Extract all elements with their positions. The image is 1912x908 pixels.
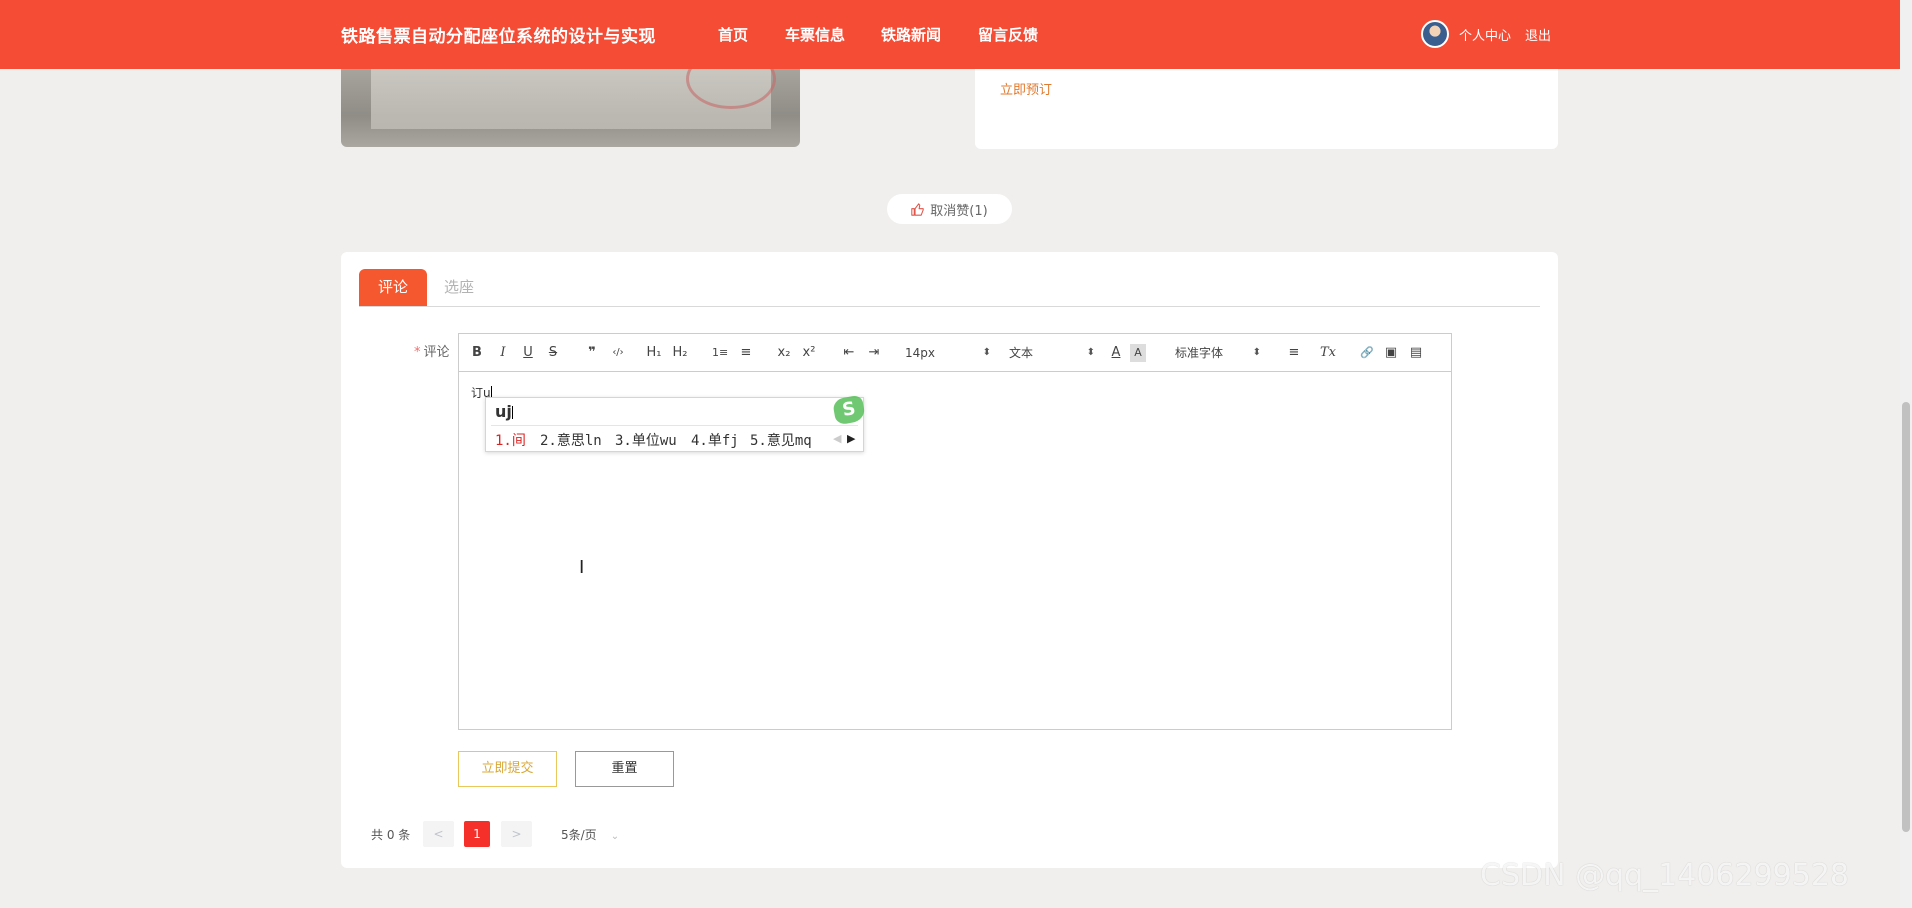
required-mark: * [414,345,421,360]
page-size-select[interactable]: 5条/页 ⌄ [561,826,619,843]
image-button[interactable]: ▣ [1383,344,1399,362]
ordered-list-button[interactable]: 1≡ [712,344,728,362]
scrollbar-thumb[interactable] [1902,402,1910,832]
page-size-value: 5条/页 [561,828,597,842]
underline-button[interactable]: U [520,344,536,362]
ime-composition: uj [495,402,513,421]
unlike-label: 取消赞(1) [930,203,988,219]
header-1-button[interactable]: H₁ [646,344,662,362]
italic-button[interactable]: I [495,344,511,362]
ime-prev-page-icon[interactable]: ◀ [833,432,841,445]
ime-next-page-icon[interactable]: ▶ [847,432,855,445]
align-button[interactable]: ≡ [1286,344,1302,362]
i-beam-cursor-icon: I [579,557,585,578]
ime-candidate-5[interactable]: 5.意见mq [750,430,812,450]
panel-tabs: 评论 选座 [359,269,1540,307]
pagination-total: 共 0 条 [371,828,411,842]
header-2-button[interactable]: H₂ [672,344,688,362]
bold-button[interactable]: B [469,344,485,362]
editor-toolbar: B I U S ❞ ‹/› H₁ H₂ 1≡ ≡ x₂ x² ⇤ ⇥ 14px ⬍… [459,334,1451,372]
font-color-button[interactable]: A [1108,344,1124,362]
bullet-list-button[interactable]: ≡ [738,344,754,362]
ime-candidate-2[interactable]: 2.意思ln [540,430,602,450]
header-select[interactable]: 文本 ⬍ [1009,344,1095,362]
prev-page-button[interactable]: < [423,821,454,847]
header-select-value: 文本 [1009,346,1034,360]
ime-composition-text: uj [495,402,512,421]
watermark: CSDN @qq_1406299528 [1480,858,1850,893]
page-scrollbar[interactable] [1900,0,1912,908]
user-center-link[interactable]: 个人中心 [1459,25,1511,44]
book-now-link[interactable]: 立即预订 [1000,79,1052,98]
header-select-arrows-icon: ⬍ [1086,347,1095,358]
superscript-button[interactable]: x² [801,344,817,362]
comment-panel: 评论 选座 * 评论 B I U S ❞ ‹/› H₁ H₂ 1≡ ≡ x₂ x²… [341,252,1558,868]
clean-format-button[interactable]: Tx [1320,344,1336,362]
ime-candidate-4[interactable]: 4.单fj [691,430,739,450]
unlike-button[interactable]: 取消赞(1) [887,194,1012,224]
outdent-button[interactable]: ⇤ [841,344,857,362]
submit-button[interactable]: 立即提交 [458,751,557,787]
avatar[interactable] [1421,20,1449,48]
font-family-value: 标准字体 [1175,346,1224,360]
reset-button[interactable]: 重置 [575,751,674,787]
link-button[interactable]: 🔗 [1359,344,1375,362]
strike-button[interactable]: S [545,344,561,362]
background-color-button[interactable]: A [1130,344,1146,362]
font-size-value: 14px [905,346,935,360]
top-nav-bar: 铁路售票自动分配座位系统的设计与实现 首页 车票信息 铁路新闻 留言反馈 个人中… [0,0,1912,69]
tab-comment[interactable]: 评论 [359,269,427,306]
site-title: 铁路售票自动分配座位系统的设计与实现 [341,27,656,47]
code-block-button[interactable]: ‹/› [610,344,626,362]
font-size-arrows-icon: ⬍ [982,347,991,358]
ime-caret [511,406,513,419]
nav-tickets[interactable]: 车票信息 [785,24,845,45]
video-button[interactable]: ▤ [1408,344,1424,362]
rich-text-editor[interactable]: B I U S ❞ ‹/› H₁ H₂ 1≡ ≡ x₂ x² ⇤ ⇥ 14px ⬍… [458,333,1452,730]
ime-candidate-1[interactable]: 1.间 [495,430,526,450]
next-page-button[interactable]: > [501,821,532,847]
subscript-button[interactable]: x₂ [776,344,792,362]
blockquote-button[interactable]: ❞ [584,344,600,362]
nav-home[interactable]: 首页 [718,24,748,45]
font-family-arrows-icon: ⬍ [1252,347,1261,358]
ime-candidate-window: uj S 1.间 2.意思ln 3.单位wu 4.单fj 5.意见mq ◀ ▶ [485,394,867,452]
logout-link[interactable]: 退出 [1525,25,1551,44]
comment-label-text: 评论 [423,345,450,360]
tab-seat-select[interactable]: 选座 [434,269,484,306]
nav-news[interactable]: 铁路新闻 [881,24,941,45]
ticket-info-card: 立即预订 [975,69,1558,149]
ticket-image [341,69,800,147]
font-family-select[interactable]: 标准字体 ⬍ [1175,344,1261,362]
font-size-select[interactable]: 14px ⬍ [905,344,991,362]
ime-divider [491,425,858,426]
ime-candidate-3[interactable]: 3.单位wu [615,430,677,450]
nav-feedback[interactable]: 留言反馈 [978,24,1038,45]
ime-logo-icon: S [831,394,867,426]
chevron-down-icon: ⌄ [610,831,620,842]
indent-button[interactable]: ⇥ [866,344,882,362]
comment-field-label: * 评论 [414,341,450,360]
thumbs-up-icon [911,202,924,216]
page-1-button[interactable]: 1 [464,821,490,847]
